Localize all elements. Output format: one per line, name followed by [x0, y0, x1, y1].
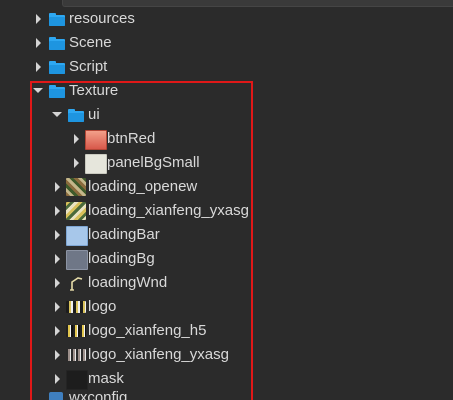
mask-texture-icon — [66, 370, 88, 390]
expand-arrow-icon[interactable] — [55, 206, 60, 216]
image-texture-icon — [66, 178, 86, 196]
expand-arrow-icon[interactable] — [36, 38, 41, 48]
tree-item-resources[interactable]: resources — [0, 8, 453, 30]
tree-item-label: Script — [69, 58, 108, 75]
tree-item-script[interactable]: Script — [0, 56, 453, 78]
tree-item-logo-xianfeng-h5[interactable]: logo_xianfeng_h5 — [0, 320, 453, 342]
tree-item-label: panelBgSmall — [107, 154, 200, 171]
expand-arrow-icon[interactable] — [74, 158, 79, 168]
expand-arrow-icon[interactable] — [74, 134, 79, 144]
background-texture-icon — [66, 250, 88, 270]
red-button-texture-icon — [85, 130, 107, 150]
tree-item-label: wxconfig — [69, 389, 128, 400]
folder-icon — [68, 107, 86, 123]
expand-arrow-icon[interactable] — [55, 350, 60, 360]
logo-texture-icon — [66, 325, 86, 337]
tree-item-loadingbar[interactable]: loadingBar — [0, 224, 453, 246]
expand-arrow-icon[interactable] — [36, 62, 41, 72]
asset-tree-panel: ⌃ resources Scene Script Texture ui btnR… — [0, 0, 453, 400]
tree-item-label: logo — [88, 298, 117, 315]
tree-item-label: ui — [88, 106, 100, 123]
tree-item-label: logo_xianfeng_yxasg — [88, 346, 229, 363]
tree-item-ui[interactable]: ui — [0, 104, 453, 126]
scroll-up-icon[interactable]: ⌃ — [26, 0, 34, 5]
expand-arrow-icon[interactable] — [36, 14, 41, 24]
tree-item-label: Texture — [69, 82, 119, 99]
logo-texture-icon — [66, 301, 86, 313]
tree-item-label: loadingWnd — [88, 274, 168, 291]
tree-item-logo[interactable]: logo — [0, 296, 453, 318]
tree-item-label: logo_xianfeng_h5 — [88, 322, 207, 339]
bar-texture-icon — [66, 226, 88, 246]
tree-item-label: loading_openew — [88, 178, 198, 195]
tree-item-loading-xianfeng-yxasg[interactable]: loading_xianfeng_yxasg — [0, 200, 453, 222]
tree-item-mask[interactable]: mask — [0, 368, 453, 390]
folder-icon — [49, 59, 67, 75]
expand-arrow-icon[interactable] — [55, 278, 60, 288]
tree-item-loadingbg[interactable]: loadingBg — [0, 248, 453, 270]
tree-item-logo-xianfeng-yxasg[interactable]: logo_xianfeng_yxasg — [0, 344, 453, 366]
tree-item-texture[interactable]: Texture — [0, 80, 453, 102]
tree-item-wxconfig[interactable]: wxconfig — [0, 389, 453, 400]
expand-arrow-icon[interactable] — [55, 374, 60, 384]
logo-texture-icon — [66, 349, 86, 361]
tree-item-loadingwnd[interactable]: loadingWnd — [0, 272, 453, 294]
config-file-icon — [49, 392, 63, 400]
image-texture-icon — [66, 202, 86, 220]
tree-item-panelbgsmall[interactable]: panelBgSmall — [0, 152, 453, 174]
folder-icon — [49, 35, 67, 51]
tree-item-label: Scene — [69, 34, 112, 51]
window-texture-icon — [66, 274, 86, 292]
tree-item-label: btnRed — [107, 130, 156, 147]
collapse-arrow-icon[interactable] — [33, 88, 43, 93]
tree-item-label: resources — [69, 10, 135, 27]
expand-arrow-icon[interactable] — [55, 254, 60, 264]
folder-icon — [49, 11, 67, 27]
tree-item-scene[interactable]: Scene — [0, 32, 453, 54]
tree-item-btnred[interactable]: btnRed — [0, 128, 453, 150]
collapse-arrow-icon[interactable] — [52, 112, 62, 117]
expand-arrow-icon[interactable] — [55, 182, 60, 192]
folder-icon — [49, 83, 67, 99]
expand-arrow-icon[interactable] — [55, 230, 60, 240]
tree-item-label: mask — [88, 370, 124, 387]
expand-arrow-icon[interactable] — [55, 302, 60, 312]
tree-item-loading-openew[interactable]: loading_openew — [0, 176, 453, 198]
tree-item-label: loadingBg — [88, 250, 155, 267]
tree-item-label: loadingBar — [88, 226, 160, 243]
panel-header-strip — [62, 0, 453, 7]
expand-arrow-icon[interactable] — [55, 326, 60, 336]
tree-item-label: loading_xianfeng_yxasg — [88, 202, 249, 219]
panel-background-texture-icon — [85, 154, 107, 174]
